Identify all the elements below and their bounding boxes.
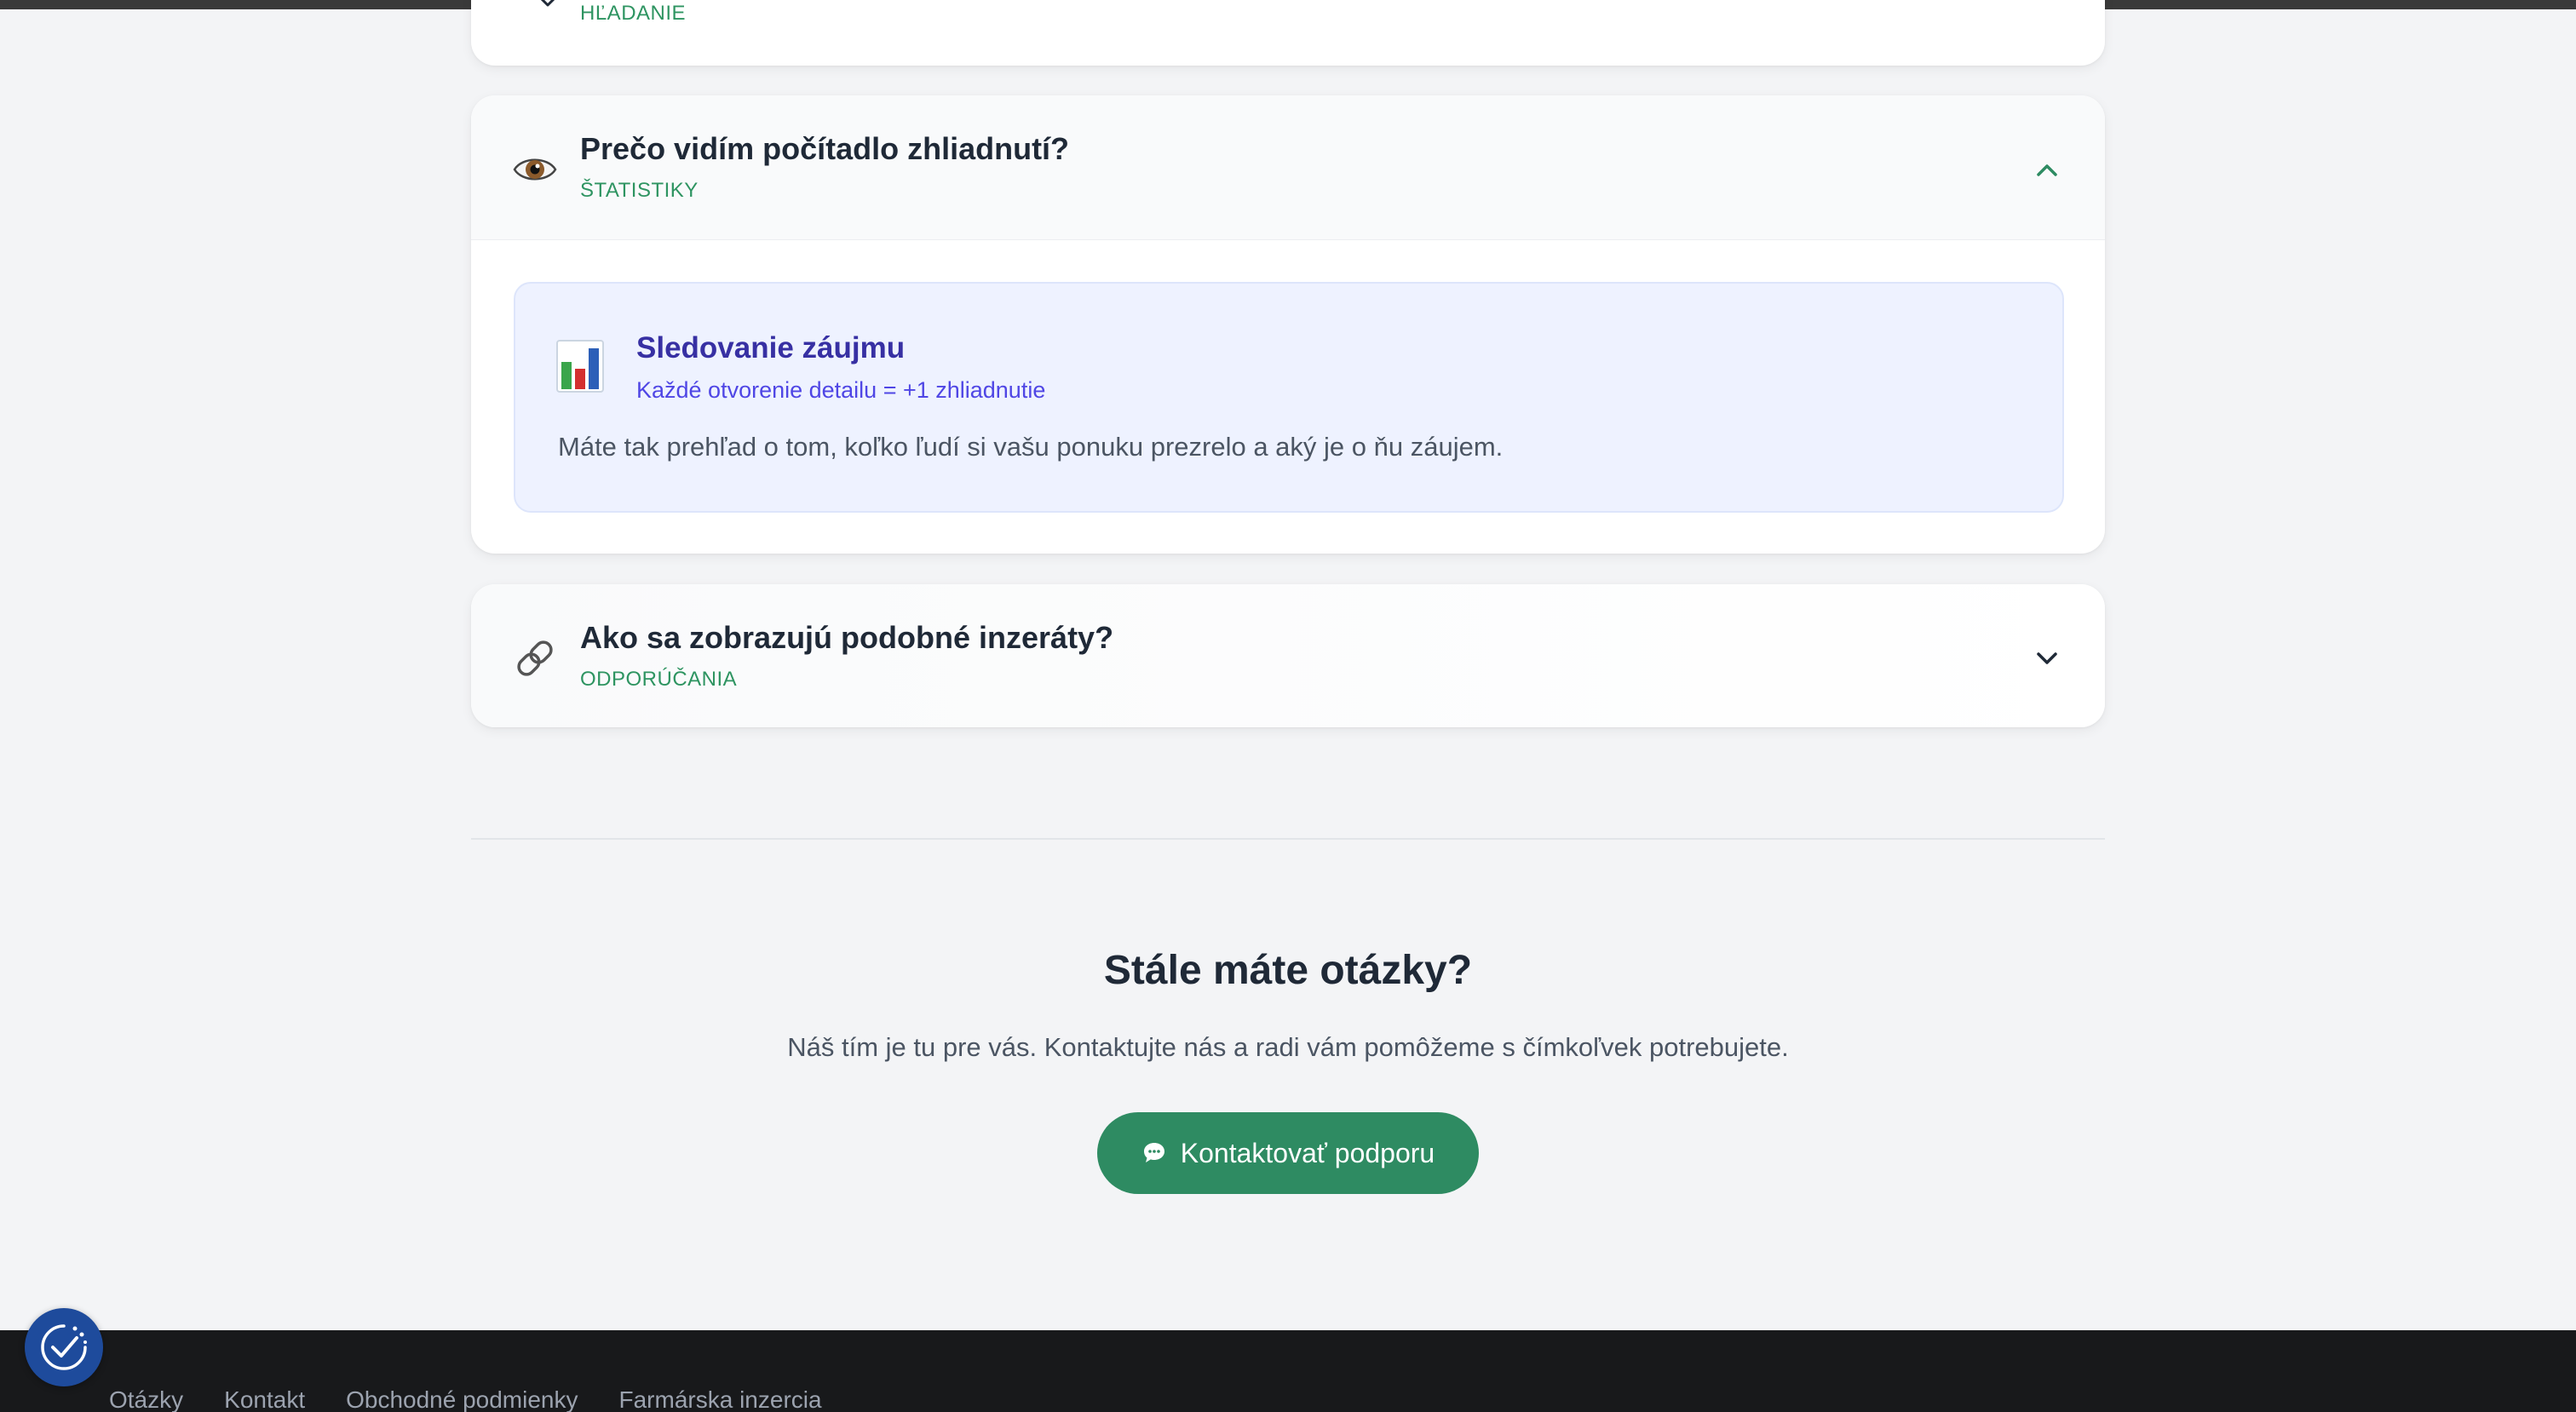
faq-answer-box: Sledovanie záujmu Každé otvorenie detail… xyxy=(514,282,2064,513)
link-icon xyxy=(517,640,553,676)
chevron-down-icon xyxy=(540,0,555,7)
footer-link-kontakt[interactable]: Kontakt xyxy=(224,1386,305,1412)
cta-text: Náš tím je tu pre vás. Kontaktujte nás a… xyxy=(787,1032,1789,1062)
footer-link-farmarska-inzercia[interactable]: Farmárska inzercia xyxy=(619,1386,822,1412)
speech-bubble-icon xyxy=(1143,1143,1164,1162)
footer-link-obchodne-podmienky[interactable]: Obchodné podmienky xyxy=(346,1386,578,1412)
page: HĽADANIE Prečo vidím počítadlo zhliadnut… xyxy=(0,0,2576,1412)
footer-link-otazky[interactable]: Otázky xyxy=(109,1386,183,1412)
contact-support-button[interactable]: Kontaktovať podporu xyxy=(1097,1112,1479,1194)
accessibility-check-icon xyxy=(41,1324,87,1370)
answer-subtitle: Každé otvorenie detailu = +1 zhliadnutie xyxy=(636,377,1046,403)
eye-icon xyxy=(513,158,557,181)
faq-question-header[interactable]: Prečo vidím počítadlo zhliadnutí? ŠTATIS… xyxy=(471,95,2105,240)
faq-item-previous[interactable]: HĽADANIE xyxy=(471,0,2105,66)
answer-text: Máte tak prehľad o tom, koľko ľudí si va… xyxy=(558,432,1504,462)
answer-title: Sledovanie záujmu xyxy=(636,331,906,364)
chevron-up-icon xyxy=(2037,164,2057,176)
expand-toggle[interactable] xyxy=(2030,641,2064,675)
faq-question: Ako sa zobrazujú podobné inzeráty? xyxy=(580,620,1114,655)
faq-question-header[interactable]: Ako sa zobrazujú podobné inzeráty? ODPOR… xyxy=(471,584,2105,727)
section-divider xyxy=(471,838,2105,840)
faq-category: HĽADANIE xyxy=(580,2,687,25)
chevron-down-icon xyxy=(2037,652,2057,664)
footer: Otázky Kontakt Obchodné podmienky Farmár… xyxy=(0,1330,2576,1412)
faq-category: ODPORÚČANIA xyxy=(580,668,738,691)
cta-title: Stále máte otázky? xyxy=(1103,948,1473,993)
accessibility-button[interactable] xyxy=(25,1308,103,1386)
bar-chart-icon xyxy=(556,340,604,393)
collapse-toggle[interactable] xyxy=(2030,152,2064,187)
footer-links: Otázky Kontakt Obchodné podmienky Farmár… xyxy=(109,1386,822,1412)
faq-item-open: Prečo vidím počítadlo zhliadnutí? ŠTATIS… xyxy=(471,95,2105,554)
faq-category: ŠTATISTIKY xyxy=(580,179,699,202)
contact-support-label: Kontaktovať podporu xyxy=(1180,1137,1435,1168)
faq-item-closed[interactable]: Ako sa zobrazujú podobné inzeráty? ODPOR… xyxy=(471,584,2105,727)
faq-question: Prečo vidím počítadlo zhliadnutí? xyxy=(580,131,1070,166)
